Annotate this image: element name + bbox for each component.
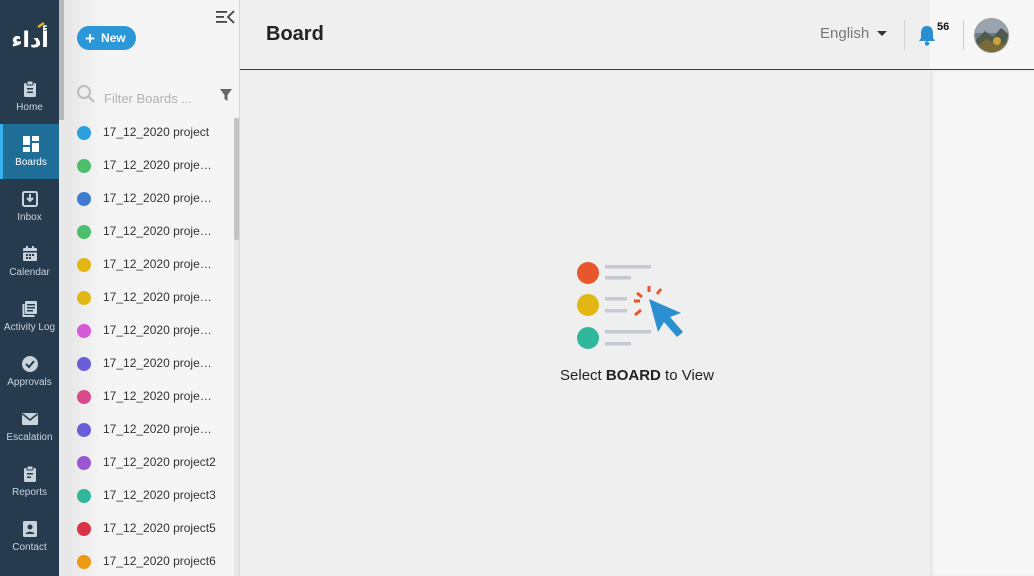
nav-item-label: Inbox <box>17 212 42 223</box>
board-color-dot <box>77 225 91 239</box>
plus-icon: + <box>85 28 95 48</box>
divider <box>963 20 964 50</box>
contact-icon <box>22 521 37 537</box>
notification-bell-icon[interactable] <box>917 24 937 46</box>
board-color-dot <box>77 258 91 272</box>
nav-item-contact[interactable]: Contact <box>0 509 59 564</box>
board-name: 17_12_2020 project... <box>103 158 217 172</box>
board-color-dot <box>77 423 91 437</box>
board-list-item[interactable]: 17_12_2020 project... <box>64 314 234 347</box>
notification-count: 56 <box>937 21 950 33</box>
board-list-item[interactable]: 17_12_2020 project5 <box>64 512 234 545</box>
board-name: 17_12_2020 project... <box>103 389 217 403</box>
board-list-item[interactable]: 17_12_2020 project... <box>64 347 234 380</box>
board-content-area <box>240 71 930 576</box>
board-name: 17_12_2020 project... <box>103 323 217 337</box>
logo-icon: أداء <box>11 21 49 53</box>
nav-item-label: Calendar <box>9 267 50 278</box>
board-name: 17_12_2020 project <box>103 125 210 139</box>
user-avatar[interactable] <box>974 18 1009 53</box>
caret-down-icon <box>877 31 888 36</box>
nav-item-label: Home <box>16 102 43 113</box>
nav-item-home[interactable]: Home <box>0 69 59 124</box>
board-color-dot <box>77 456 91 470</box>
calendar-icon <box>22 246 37 261</box>
board-list-item[interactable]: 17_12_2020 project6 <box>64 545 234 576</box>
app-logo[interactable]: أداء <box>0 14 59 62</box>
board-name: 17_12_2020 project2 <box>103 455 216 469</box>
board-color-dot <box>77 357 91 371</box>
check-circle-icon <box>21 356 38 372</box>
board-list-item[interactable]: 17_12_2020 project... <box>64 248 234 281</box>
board-color-dot <box>77 390 91 404</box>
boards-panel: + New 17_12_2020 project 17_12_2020 proje… <box>64 0 240 576</box>
board-list-item[interactable]: 17_12_2020 project... <box>64 281 234 314</box>
board-color-dot <box>77 159 91 173</box>
board-list-item[interactable]: 17_12_2020 project... <box>64 149 234 182</box>
nav-item-label: Escalation <box>6 432 53 443</box>
board-color-dot <box>77 489 91 503</box>
filter-boards-input[interactable] <box>104 88 212 108</box>
nav-item-label: Approvals <box>7 377 52 388</box>
nav-item-label: Contact <box>12 542 47 553</box>
grid-icon <box>23 136 39 152</box>
clipboard-icon <box>23 80 36 97</box>
page-title: Board <box>266 23 324 45</box>
board-color-dot <box>77 555 91 569</box>
new-button-label: New <box>100 31 126 45</box>
mail-icon <box>21 413 38 425</box>
activity-log-icon <box>22 301 37 317</box>
board-name: 17_12_2020 project... <box>103 191 217 205</box>
nav-item-inbox[interactable]: Inbox <box>0 179 59 234</box>
board-list-item[interactable]: 17_12_2020 project... <box>64 182 234 215</box>
svg-text:أداء: أداء <box>11 24 49 53</box>
nav-rail: أداء Home Boards Inbox Calendar Activity Log… <box>0 0 59 576</box>
new-board-button[interactable]: + New <box>77 26 136 50</box>
board-name: 17_12_2020 project3 <box>103 488 216 502</box>
board-list-item[interactable]: 17_12_2020 project <box>64 116 234 149</box>
board-list-item[interactable]: 17_12_2020 project... <box>64 413 234 446</box>
right-panel <box>930 71 1034 576</box>
board-name: 17_12_2020 project... <box>103 257 217 271</box>
nav-item-approvals[interactable]: Approvals <box>0 344 59 399</box>
report-icon <box>23 465 36 482</box>
nav-item-escalation[interactable]: Escalation <box>0 399 59 454</box>
board-color-dot <box>77 192 91 206</box>
collapse-sidebar-icon[interactable] <box>215 8 235 26</box>
nav-item-label: Activity Log <box>3 322 56 333</box>
board-list-item[interactable]: 17_12_2020 project... <box>64 215 234 248</box>
nav-item-label: Reports <box>11 487 47 498</box>
board-color-dot <box>77 324 91 338</box>
search-icon <box>77 85 95 103</box>
board-name: 17_12_2020 project6 <box>103 554 216 568</box>
board-color-dot <box>77 291 91 305</box>
board-list-item[interactable]: 17_12_2020 project2 <box>64 446 234 479</box>
filter-icon[interactable] <box>219 88 233 102</box>
board-name: 17_12_2020 project... <box>103 290 217 304</box>
board-name: 17_12_2020 project5 <box>103 521 216 535</box>
divider <box>904 20 905 50</box>
nav-item-calendar[interactable]: Calendar <box>0 234 59 289</box>
top-header: Board English 56 <box>240 0 1034 70</box>
board-name: 17_12_2020 project... <box>103 356 217 370</box>
inbox-icon <box>21 191 38 207</box>
board-color-dot <box>77 522 91 536</box>
board-list-item[interactable]: 17_12_2020 project3 <box>64 479 234 512</box>
language-label: English <box>820 25 870 42</box>
language-select[interactable]: English <box>820 25 888 42</box>
nav-item-activity-log[interactable]: Activity Log <box>0 289 59 344</box>
board-name: 17_12_2020 project... <box>103 224 217 238</box>
nav-item-boards[interactable]: Boards <box>0 124 59 179</box>
nav-item-reports[interactable]: Reports <box>0 454 59 509</box>
board-color-dot <box>77 126 91 140</box>
board-list-item[interactable]: 17_12_2020 project... <box>64 380 234 413</box>
board-name: 17_12_2020 project... <box>103 422 217 436</box>
nav-item-label: Boards <box>15 157 47 168</box>
